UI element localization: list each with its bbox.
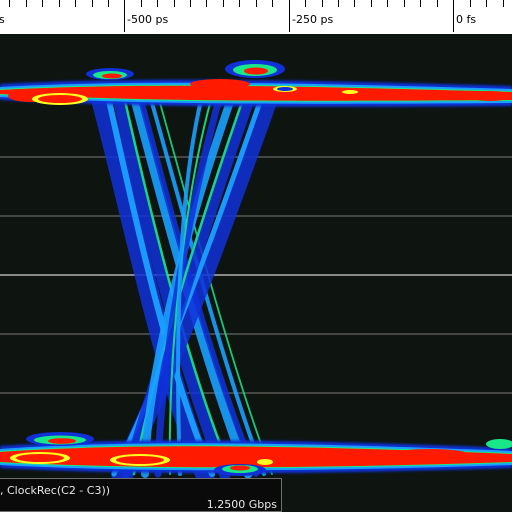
ruler-minor-tick xyxy=(42,0,43,7)
ruler-minor-tick xyxy=(206,0,207,7)
ruler-minor-tick xyxy=(420,0,421,7)
ruler-minor-tick xyxy=(470,0,471,7)
ruler-label-minus-500ps: -500 ps xyxy=(127,13,169,26)
clock-recovery-label: , ClockRec(C2 - C3)) xyxy=(0,484,111,497)
ruler-minor-tick xyxy=(503,0,504,7)
data-rate-readout: 1.2500 Gbps xyxy=(206,498,277,511)
ruler-label-0fs: 0 fs xyxy=(456,13,477,26)
ruler-minor-tick xyxy=(174,0,175,7)
ruler-label-minus-250ps: -250 ps xyxy=(292,13,334,26)
ruler-minor-tick xyxy=(59,0,60,7)
time-ruler[interactable]: s -500 ps -250 ps 0 fs xyxy=(0,0,512,35)
ruler-minor-tick xyxy=(354,0,355,7)
ruler-minor-tick xyxy=(338,0,339,7)
ruler-minor-tick xyxy=(404,0,405,7)
ruler-minor-tick xyxy=(92,0,93,7)
ruler-major-tick xyxy=(453,0,454,32)
ruler-minor-tick xyxy=(190,0,191,7)
ruler-label-partial: s xyxy=(0,13,5,26)
ruler-minor-tick xyxy=(322,0,323,7)
ruler-minor-tick xyxy=(272,0,273,7)
ruler-major-tick xyxy=(289,0,290,32)
eye-pattern-window: s -500 ps -250 ps 0 fs , ClockRec(C2 - C… xyxy=(0,0,512,512)
ruler-minor-tick xyxy=(223,0,224,7)
ruler-minor-tick xyxy=(9,0,10,7)
ruler-minor-tick xyxy=(305,0,306,7)
ruler-minor-tick xyxy=(486,0,487,7)
measurement-status-box: , ClockRec(C2 - C3)) 1.2500 Gbps xyxy=(0,478,282,512)
ruler-minor-tick xyxy=(141,0,142,7)
ruler-minor-tick xyxy=(239,0,240,7)
ruler-minor-tick xyxy=(387,0,388,7)
ruler-minor-tick xyxy=(108,0,109,7)
ruler-minor-tick xyxy=(75,0,76,7)
eye-diagram-plot[interactable] xyxy=(0,34,512,512)
ruler-minor-tick xyxy=(437,0,438,7)
ruler-major-tick xyxy=(124,0,125,32)
ruler-minor-tick xyxy=(256,0,257,7)
ruler-minor-tick xyxy=(371,0,372,7)
eye-diagram-canvas xyxy=(0,34,512,512)
ruler-minor-tick xyxy=(157,0,158,7)
ruler-minor-tick xyxy=(26,0,27,7)
